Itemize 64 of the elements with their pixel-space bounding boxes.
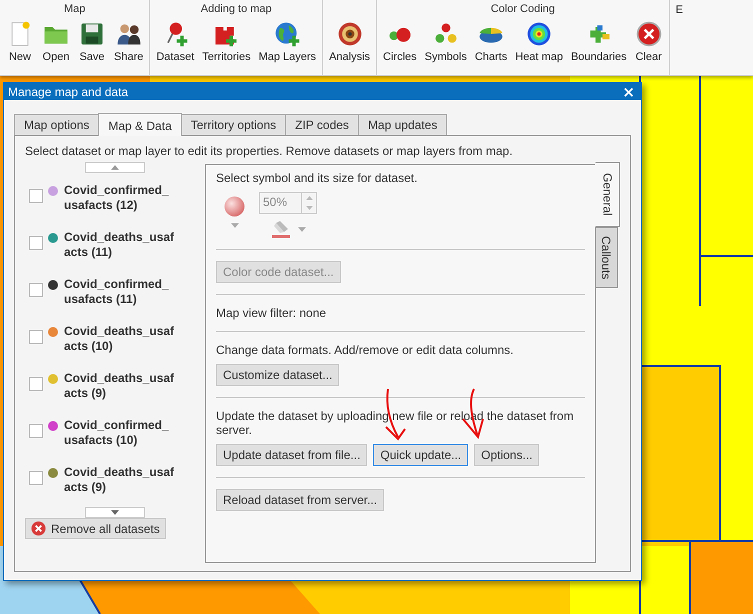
pen-icon[interactable] [270,220,292,238]
section-text: Map view filter: none [216,306,328,320]
close-button[interactable]: × [620,84,637,100]
dataset-name[interactable]: Covid_confirmed_usafacts (10) [64,418,175,448]
toolbar-button[interactable]: Analysis [325,16,374,65]
group-title: Adding to map [200,3,272,16]
dataset-name[interactable]: Covid_confirmed_usafacts (11) [64,277,175,307]
toolbar-button[interactable]: Open [38,16,74,65]
tab[interactable]: Map updates [358,114,448,135]
action-button[interactable]: Customize dataset... [216,364,340,386]
dataset-name[interactable]: Covid_deaths_usafacts (9) [64,465,175,495]
toolbar-button[interactable]: Clear [630,16,667,65]
side-tab[interactable]: General [595,162,620,227]
tab[interactable]: ZIP codes [285,114,359,135]
action-button[interactable]: Quick update... [373,444,468,466]
section-text: Select symbol and its size for dataset. [216,171,418,185]
checkbox[interactable] [29,236,43,250]
heat-map-icon [525,20,554,48]
dataset-name[interactable]: Covid_deaths_usafacts (11) [64,230,175,260]
toolbar-button[interactable]: Boundaries [566,16,631,65]
scroll-up-button[interactable] [85,162,145,173]
action-button[interactable]: Reload dataset from server... [216,489,384,511]
caret-icon[interactable] [230,223,238,228]
close-circle-icon [634,20,663,48]
toolbar-button[interactable]: E [672,0,687,18]
toolbar-button[interactable]: Circles [379,16,421,65]
dataset-name[interactable]: Covid_confirmed_usafacts (12) [64,183,175,213]
checkbox[interactable] [29,330,43,344]
toolbar-button[interactable]: New [2,16,38,65]
remove-all-button[interactable]: Remove all datasets [25,518,166,539]
toolbar-button[interactable]: Heat map [511,16,567,65]
dataset-name[interactable]: Covid_deaths_usafacts (10) [64,324,175,354]
action-button[interactable]: Update dataset from file... [216,444,368,466]
scroll-down-button[interactable] [85,507,145,518]
caret-icon[interactable] [298,226,306,232]
tab[interactable]: Map & Data [98,113,182,136]
group-title: Map [64,3,86,16]
tab[interactable]: Territory options [180,114,286,135]
toolbar-button[interactable]: Symbols [420,16,471,65]
caret-down-icon [111,510,119,515]
toolbar-button[interactable]: Save [74,16,110,65]
action-button[interactable]: Options... [474,444,540,466]
section-text: Change data formats. Add/remove or edit data columns. [216,343,514,357]
tab[interactable]: Map options [14,114,100,135]
toolbar-button[interactable]: Charts [470,16,512,65]
toolbar-button[interactable]: Dataset [152,16,198,65]
toolbar-button[interactable]: Share [110,16,148,65]
toolbar-button[interactable]: Map Layers [254,16,320,65]
globe-plus-icon [273,20,302,48]
caret-up-icon [111,165,119,170]
dataset-name[interactable]: Covid_deaths_usafacts (9) [64,371,175,401]
instruction-text: Select dataset or map layer to edit its properties. Remove datasets or map layers from map. [25,144,514,158]
group-title: Color Coding [490,3,555,16]
close-circle-icon [31,521,46,536]
dialog-title: Manage map and data [8,84,128,98]
ball-icon[interactable] [224,196,245,217]
checkbox[interactable] [29,189,43,203]
checkbox[interactable] [29,424,43,438]
checkbox[interactable] [29,471,43,485]
side-tab[interactable]: Callouts [596,226,618,288]
checkbox[interactable] [29,377,43,391]
target-icon [336,20,364,48]
checkbox[interactable] [29,283,43,297]
toolbar-button[interactable]: Territories [198,16,255,65]
